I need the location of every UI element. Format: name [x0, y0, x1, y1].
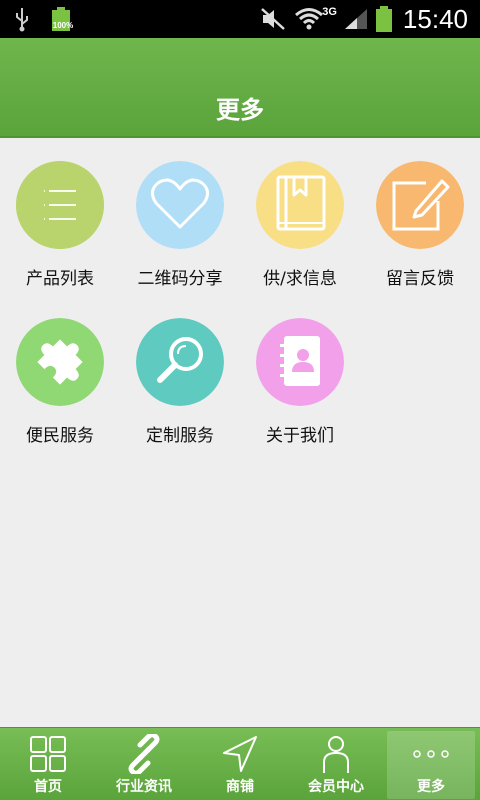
more-dots-icon: [413, 750, 449, 758]
menu-item-about-us[interactable]: 关于我们: [240, 317, 360, 467]
tab-home[interactable]: 首页: [0, 728, 96, 800]
menu-item-label: 产品列表: [26, 269, 94, 289]
header-bar: 更多: [0, 38, 480, 138]
tab-label: 更多: [417, 779, 445, 795]
list-icon: [16, 161, 104, 249]
menu-item-label: 供/求信息: [263, 269, 337, 289]
magnifier-icon: [136, 318, 224, 406]
tab-label: 商铺: [226, 779, 254, 795]
puzzle-icon: [16, 318, 104, 406]
link-icon: [128, 734, 160, 774]
clock: 15:40: [402, 3, 468, 34]
edit-icon: [376, 161, 464, 249]
menu-item-product-list[interactable]: 产品列表: [0, 160, 120, 310]
menu-item-qr-share[interactable]: 二维码分享: [120, 160, 240, 310]
book-icon: [256, 161, 344, 249]
mute-icon: [261, 8, 286, 30]
menu-item-label: 二维码分享: [137, 269, 223, 289]
battery-full-icon: [375, 6, 392, 32]
menu-item-custom-service[interactable]: 定制服务: [120, 317, 240, 467]
tab-shops[interactable]: 商铺: [192, 728, 288, 800]
menu-item-supply-demand[interactable]: 供/求信息: [240, 160, 360, 310]
bottom-tab-bar: 首页 行业资讯 商铺 会员中心 更多: [0, 727, 480, 800]
grid-icon: [30, 736, 66, 772]
signal-icon: [344, 9, 367, 29]
tab-industry-news[interactable]: 行业资讯: [96, 728, 192, 800]
battery-percent: 100%: [52, 21, 74, 30]
navigation-arrow-icon: [223, 736, 257, 772]
menu-item-label: 关于我们: [266, 426, 334, 446]
person-icon: [323, 736, 349, 773]
menu-item-label: 便民服务: [26, 426, 94, 446]
wifi-icon: [295, 8, 324, 30]
tab-label: 会员中心: [308, 779, 364, 795]
contacts-icon: [256, 318, 344, 406]
battery-icon: 100%: [52, 7, 73, 31]
tab-label: 行业资讯: [116, 779, 172, 795]
menu-item-label: 定制服务: [146, 426, 214, 446]
network-type: 3G: [322, 6, 337, 18]
heart-icon: [136, 161, 224, 249]
menu-item-label: 留言反馈: [386, 269, 454, 289]
tab-more[interactable]: 更多: [387, 731, 475, 799]
page-title: 更多: [216, 96, 264, 124]
menu-item-convenience-service[interactable]: 便民服务: [0, 317, 120, 467]
tab-label: 首页: [34, 779, 62, 795]
menu-item-feedback[interactable]: 留言反馈: [360, 160, 480, 310]
usb-icon: [16, 8, 28, 32]
status-bar: 100% 3G 15:40: [0, 0, 480, 38]
tab-member-center[interactable]: 会员中心: [288, 728, 384, 800]
